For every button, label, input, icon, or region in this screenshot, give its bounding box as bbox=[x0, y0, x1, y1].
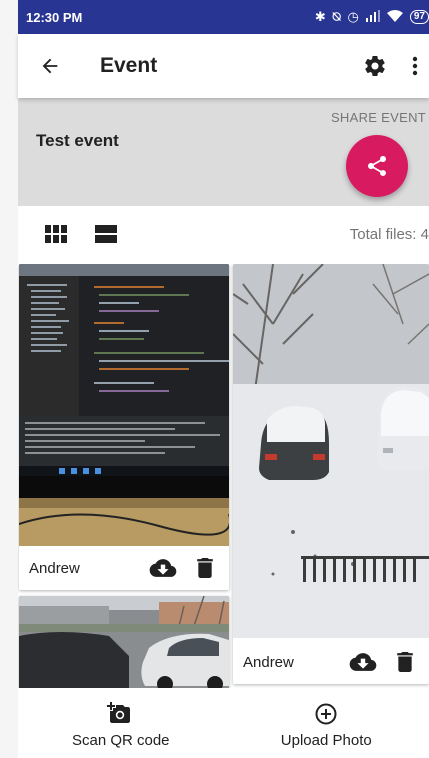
trash-icon bbox=[197, 558, 213, 578]
battery-icon: 97 bbox=[409, 10, 429, 24]
list-view-button[interactable] bbox=[92, 220, 120, 248]
arrow-back-icon bbox=[42, 58, 58, 74]
photo-card-footer: Andrew bbox=[233, 640, 429, 684]
grid-view-button[interactable] bbox=[42, 220, 70, 248]
more-options-button[interactable] bbox=[403, 46, 427, 86]
photo-author: Andrew bbox=[243, 653, 294, 671]
upload-photo-button[interactable]: Upload Photo bbox=[224, 688, 429, 758]
photo-author: Andrew bbox=[29, 559, 80, 577]
photo-card-footer: Andrew bbox=[19, 546, 229, 590]
event-header: Test event SHARE EVENT bbox=[18, 98, 429, 206]
photo-card[interactable] bbox=[19, 596, 229, 688]
photo-snowy-parking[interactable] bbox=[233, 264, 429, 638]
status-bar: 12:30 PM ✱ ⍉ ◷ 97 bbox=[18, 0, 429, 34]
download-button[interactable] bbox=[147, 552, 179, 584]
status-icons: ✱ ⍉ ◷ 97 bbox=[315, 9, 429, 25]
status-time: 12:30 PM bbox=[26, 9, 83, 25]
bluetooth-icon: ✱ bbox=[314, 9, 326, 24]
download-button[interactable] bbox=[347, 646, 379, 678]
scan-qr-button[interactable]: Scan QR code bbox=[18, 688, 224, 758]
scan-qr-label: Scan QR code bbox=[71, 732, 170, 749]
bottom-action-bar: Scan QR code Upload Photo bbox=[18, 688, 429, 758]
page-title: Event bbox=[100, 54, 158, 77]
mute-icon: ⍉ bbox=[332, 9, 341, 24]
share-event-label: SHARE EVENT bbox=[330, 110, 426, 125]
photo-grid: Andrew Andrew bbox=[18, 264, 429, 688]
cloud-download-icon bbox=[149, 559, 177, 577]
trash-icon bbox=[397, 652, 413, 672]
photo-monitor-code[interactable] bbox=[19, 264, 229, 546]
list-view-icon bbox=[95, 225, 117, 243]
add-camera-icon bbox=[106, 702, 130, 723]
alarm-icon: ◷ bbox=[347, 9, 359, 24]
event-name: Test event bbox=[36, 131, 119, 150]
more-vert-icon bbox=[412, 56, 418, 76]
photo-card[interactable]: Andrew bbox=[19, 264, 229, 590]
gear-icon bbox=[365, 56, 385, 77]
settings-button[interactable] bbox=[355, 46, 395, 86]
grid-view-icon bbox=[45, 225, 67, 243]
wifi-icon bbox=[386, 9, 403, 25]
delete-button[interactable] bbox=[389, 646, 421, 678]
total-files-count: Total files: 4 bbox=[349, 226, 429, 243]
upload-photo-label: Upload Photo bbox=[280, 732, 372, 749]
back-button[interactable] bbox=[26, 42, 74, 90]
add-circle-icon bbox=[315, 703, 337, 725]
view-toolbar: Total files: 4 bbox=[18, 206, 429, 262]
photo-street-cars[interactable] bbox=[19, 596, 229, 688]
share-icon bbox=[368, 156, 386, 176]
cloud-download-icon bbox=[349, 653, 377, 671]
photo-card[interactable]: Andrew bbox=[233, 264, 429, 684]
signal-icon bbox=[365, 9, 380, 25]
share-event-button[interactable] bbox=[346, 135, 408, 197]
screen-edge bbox=[0, 0, 18, 758]
delete-button[interactable] bbox=[189, 552, 221, 584]
app-bar: Event bbox=[18, 34, 429, 98]
